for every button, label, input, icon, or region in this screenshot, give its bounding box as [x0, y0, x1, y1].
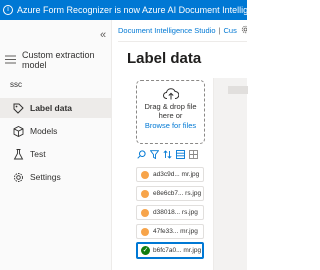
sidebar-item-label-data[interactable]: Label data — [0, 98, 111, 118]
sidebar-item-label: Models — [30, 126, 58, 136]
file-name: d38018... rs.jpg — [153, 209, 198, 216]
sidebar-item-settings[interactable]: Settings — [0, 167, 111, 187]
search-icon[interactable] — [137, 149, 146, 161]
pending-status-icon — [141, 227, 149, 236]
document-viewer-panel — [213, 78, 248, 270]
file-name: e8e6cb7... rs.jpg — [153, 190, 202, 197]
breadcrumb-root-link[interactable]: Document Intelligence Studio — [118, 26, 216, 35]
cube-icon — [11, 125, 25, 137]
sidebar: « Custom extraction model ssc Label data… — [0, 20, 112, 270]
file-name: 47fe33... mr.jpg — [153, 228, 198, 235]
file-list-item[interactable]: e8e6cb7... rs.jpg — [136, 186, 204, 201]
browse-files-link[interactable]: Browse for files — [137, 121, 204, 130]
dropzone-text-line1: Drag & drop file — [144, 102, 197, 111]
project-name: ssc — [10, 80, 22, 89]
file-list-item[interactable]: 47fe33... mr.jpg — [136, 224, 204, 239]
filter-icon[interactable] — [149, 149, 160, 161]
file-list-toolbar — [137, 149, 207, 161]
gear-icon — [11, 172, 25, 183]
page-title: Label data — [127, 50, 202, 67]
sidebar-item-test[interactable]: Test — [0, 144, 111, 164]
pending-status-icon — [141, 208, 149, 217]
check-icon: ✓ — [141, 246, 150, 255]
breadcrumb-current[interactable]: Cus — [224, 26, 237, 35]
file-list-item-selected[interactable]: ✓ b6fc7a0... mr.jpg — [136, 242, 204, 259]
list-view-icon[interactable] — [176, 149, 185, 161]
banner-text: Azure Form Recognizer is now Azure AI Do… — [17, 5, 247, 15]
viewer-toolbar — [228, 86, 248, 94]
sort-icon[interactable] — [163, 149, 172, 161]
pending-status-icon — [141, 189, 149, 198]
sidebar-item-models[interactable]: Models — [0, 121, 111, 141]
file-dropzone[interactable]: Drag & drop file here or Browse for file… — [136, 80, 205, 144]
file-name: ad3c9d... mr.jpg — [153, 171, 200, 178]
sidebar-item-label: Label data — [30, 103, 73, 113]
cloud-upload-icon — [137, 88, 204, 102]
info-icon: i — [3, 5, 13, 15]
announcement-banner: i Azure Form Recognizer is now Azure AI … — [0, 0, 247, 20]
sidebar-item-label: Test — [30, 149, 46, 159]
file-name: b6fc7a0... mr.jpg — [153, 247, 202, 254]
collapse-sidebar-icon[interactable]: « — [100, 29, 106, 41]
breadcrumb: Document Intelligence Studio | Cus — [118, 20, 247, 42]
grid-view-icon[interactable] — [189, 149, 198, 161]
model-type-header: Custom extraction model — [5, 50, 111, 70]
flask-icon — [11, 148, 25, 160]
breadcrumb-separator: | — [218, 26, 221, 35]
model-type-label: Custom extraction model — [22, 50, 95, 70]
file-list-item[interactable]: d38018... rs.jpg — [136, 205, 204, 220]
sidebar-item-label: Settings — [30, 172, 61, 182]
menu-icon — [5, 55, 16, 66]
pending-status-icon — [141, 170, 149, 179]
file-list-item[interactable]: ad3c9d... mr.jpg — [136, 167, 204, 182]
dropzone-text-line2: here or — [158, 111, 183, 120]
settings-gear-icon[interactable] — [241, 25, 247, 36]
label-icon — [11, 103, 25, 114]
